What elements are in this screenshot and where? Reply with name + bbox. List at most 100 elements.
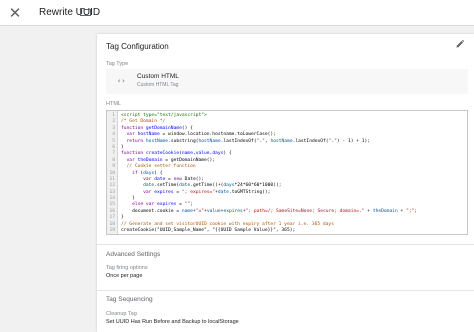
tag-type-name: Custom HTML (137, 73, 179, 80)
section-divider (97, 290, 474, 291)
code-token: .toGMTString(); (228, 189, 271, 195)
code-lines: 1 <script type="text/javascript"> 2/* Get … (107, 113, 467, 234)
code-token: ; (190, 202, 193, 208)
pencil-icon[interactable] (455, 39, 465, 49)
code-token: getDomainName (145, 125, 182, 131)
code-token: var (121, 157, 138, 163)
code-token: date (154, 176, 166, 182)
code-text: function getDomainName() { (117, 126, 193, 131)
line-number: 19 (109, 228, 115, 234)
code-text: /* Get Domain */ (117, 119, 165, 124)
code-token: .lastIndexOf( (220, 138, 257, 144)
card-title: Tag Configuration (106, 42, 169, 51)
code-token: date (217, 189, 229, 195)
code-token: expires (156, 202, 177, 208)
code-text: } (117, 196, 135, 201)
cleanup-tag-label: Cleanup Tag (106, 311, 137, 317)
advanced-settings-header[interactable]: Advanced Settings (106, 251, 160, 258)
code-token: days (223, 183, 235, 189)
code-token: new (173, 176, 185, 182)
code-token: hostName (145, 138, 169, 144)
html-code-editor[interactable]: 1 <script type="text/javascript"> 2/* Get … (106, 110, 468, 235)
tag-firing-options-value: Once per page (106, 273, 143, 279)
code-text: if (days) { (117, 170, 163, 176)
code-token: if (121, 170, 141, 176)
code-token: = window.location.hostname.toLowerCase()… (159, 132, 276, 138)
top-bar: ✕ Rewrite UUID (0, 0, 474, 26)
code-token: .substring( (168, 138, 199, 144)
code-token: "." (256, 138, 265, 144)
code-text: date.setTime(date.getTime()+(days*24*60*… (117, 183, 282, 189)
code-token: // Cookie setter function (121, 164, 196, 170)
code-text: var theDomain = getDomainName(); (117, 157, 216, 163)
code-token: ) - 1) + 1); (336, 138, 371, 144)
code-token: .getTime()+( (190, 183, 224, 189)
code-token: document.cookie = (121, 208, 182, 214)
code-text: createCookie("UUID_Sample_Name", "{{UUID… (117, 228, 295, 233)
close-icon[interactable]: ✕ (6, 4, 24, 22)
code-token: name,value,days (181, 151, 224, 157)
code-token: name (181, 208, 193, 214)
code-token: ; (414, 208, 418, 214)
code-token: + (364, 208, 373, 214)
tag-firing-options-label: Tag firing options (106, 265, 148, 271)
code-token: return (121, 138, 146, 144)
code-icon: ‹› (117, 77, 126, 85)
code-text: // Generate and set visitorUUID cookie w… (117, 222, 334, 227)
section-divider (97, 244, 474, 245)
code-text: return hostName.substring(hostName.lastI… (117, 138, 371, 144)
folder-icon[interactable] (80, 7, 91, 16)
tag-type-label: Tag Type (106, 61, 129, 67)
code-line: 19 createCookie("UUID_Sample_Name", "{{UU… (107, 228, 467, 234)
code-text: var hostName = window.location.hostname.… (117, 132, 276, 137)
code-token: var (121, 189, 155, 195)
tag-type-description: Custom HTML Tag (137, 82, 179, 88)
code-token: + (397, 208, 407, 214)
code-text: else var expires = ""; (117, 202, 193, 207)
code-text: function createCookie(name,value,days) { (117, 151, 232, 156)
code-token: } (121, 215, 124, 221)
code-token: hostName (137, 132, 160, 138)
code-token: ) { (154, 170, 163, 176)
code-token: = (176, 202, 185, 208)
code-token: function (121, 125, 146, 131)
code-token: .setTime( (154, 183, 180, 189)
code-text: } (117, 145, 124, 150)
code-token: () { (181, 125, 193, 131)
code-token: // Generate and set visitorUUID cookie w… (121, 221, 334, 227)
code-token: ) { (223, 151, 232, 157)
cleanup-tag-value: Set UUID Has Run Before and Backup to lo… (106, 319, 239, 325)
code-line: 16 document.cookie = name+"="+value+expi… (107, 209, 467, 215)
code-token: = getDomainName(); (162, 157, 216, 163)
code-token: var (121, 176, 155, 182)
code-token: hostName (198, 138, 221, 144)
code-token: } (121, 196, 135, 202)
code-token: var (145, 202, 157, 208)
tag-configuration-card[interactable]: Tag Configuration Tag Type ‹› Custom HTM… (97, 34, 474, 332)
code-text: document.cookie = name+"="+value+expires… (117, 209, 417, 214)
code-token: "=" (195, 208, 205, 214)
code-token: function (121, 151, 146, 157)
code-token: "." (328, 138, 337, 144)
code-token: *24*60*60*1000)); (234, 183, 282, 189)
code-token: expires (223, 208, 243, 214)
code-token: value (206, 208, 221, 214)
code-token: else (121, 202, 146, 208)
tag-type-selector[interactable]: ‹› Custom HTML Custom HTML Tag (106, 69, 468, 94)
code-text: <script type="text/javascript"> (117, 113, 207, 118)
code-text: var expires = "; expires="+date.toGMTStr… (117, 190, 270, 195)
code-token: theDomain (137, 157, 163, 163)
code-token: date (179, 183, 191, 189)
code-token: date (121, 183, 155, 189)
code-text: } (117, 215, 124, 220)
code-token: Date(); (184, 176, 205, 182)
code-token: expires (154, 189, 174, 195)
code-token: } (121, 144, 124, 150)
code-token: days (143, 170, 155, 176)
code-token: theDomain (372, 208, 398, 214)
tag-sequencing-header[interactable]: Tag Sequencing (106, 296, 153, 303)
code-token: /* Get Domain */ (121, 119, 166, 125)
code-token: = (165, 176, 174, 182)
code-token: var (121, 132, 138, 138)
code-text: var date = new Date(); (117, 177, 204, 182)
